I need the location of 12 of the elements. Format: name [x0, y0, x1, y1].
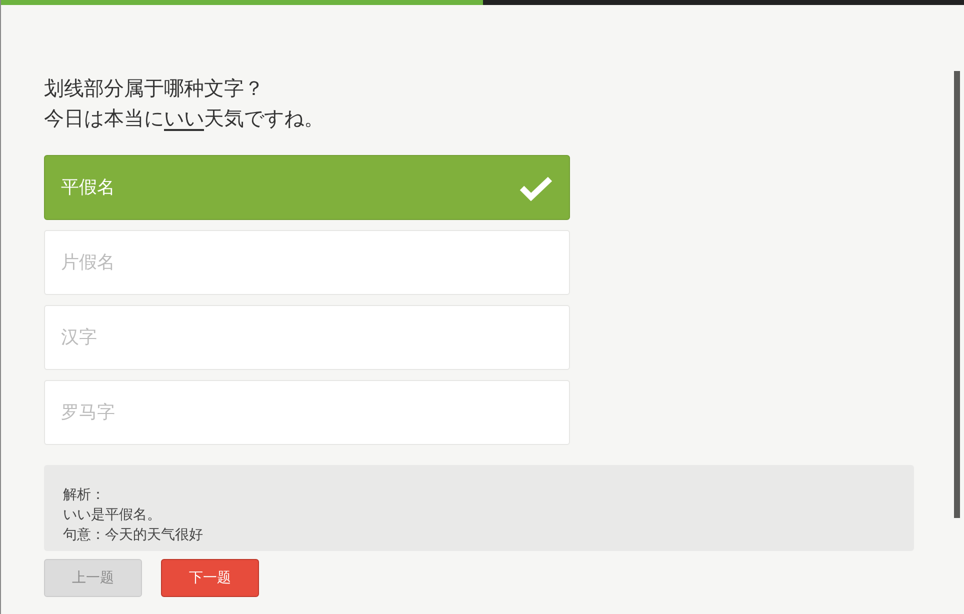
next-button[interactable]: 下一题 — [161, 559, 259, 597]
question-sentence: 今日は本当にいい天気ですね。 — [44, 105, 325, 132]
scrollbar[interactable] — [954, 71, 960, 518]
answer-option[interactable]: 罗马字 — [44, 380, 570, 445]
answer-option[interactable]: 片假名 — [44, 230, 570, 295]
answer-option[interactable]: 平假名 — [44, 155, 570, 220]
explanation-line: 解析： — [63, 486, 106, 505]
explanation-line: 句意：今天的天气很好 — [63, 526, 204, 545]
explanation-line: いい是平假名。 — [63, 506, 162, 525]
question-prompt: 划线部分属于哪种文字？ — [44, 75, 265, 102]
checkmark-icon — [519, 174, 553, 200]
answer-option[interactable]: 汉字 — [44, 305, 570, 370]
